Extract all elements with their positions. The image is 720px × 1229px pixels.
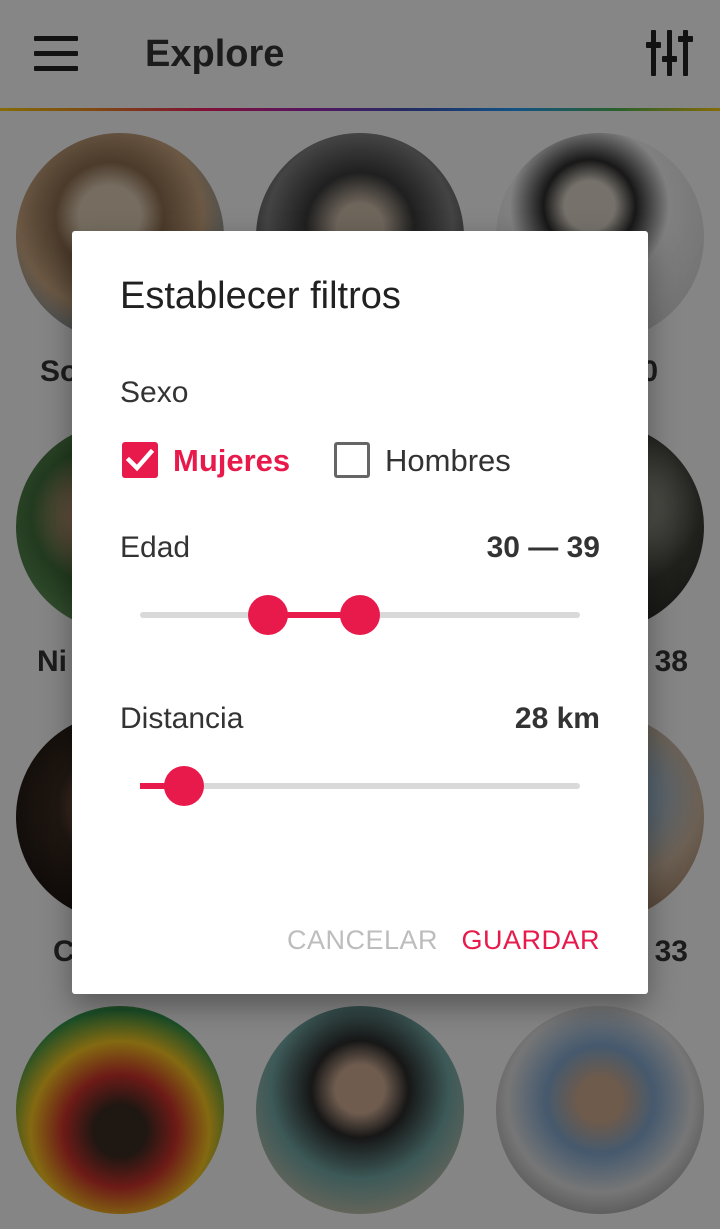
age-min-thumb[interactable] (247, 595, 288, 635)
distance-value: 28 km (514, 702, 600, 735)
men-checkbox[interactable] (334, 442, 370, 478)
age-max-thumb[interactable] (340, 595, 380, 635)
dialog-title: Establecer filtros (120, 275, 401, 317)
distance-thumb[interactable] (164, 766, 204, 806)
sex-label: Sexo (120, 376, 189, 409)
age-label: Edad (120, 531, 191, 564)
women-checkbox[interactable] (122, 442, 158, 478)
distance-label: Distancia (120, 702, 244, 735)
save-button[interactable]: GUARDAR (461, 925, 600, 956)
filter-dialog: Establecer filtros Sexo Mujeres Hombres … (72, 231, 648, 994)
cancel-button[interactable]: CANCELAR (287, 925, 438, 956)
check-icon (125, 448, 155, 472)
age-value: 30 — 39 (486, 531, 600, 564)
distance-slider-track[interactable] (140, 783, 580, 789)
men-label[interactable]: Hombres (385, 443, 511, 479)
women-label[interactable]: Mujeres (173, 443, 290, 479)
